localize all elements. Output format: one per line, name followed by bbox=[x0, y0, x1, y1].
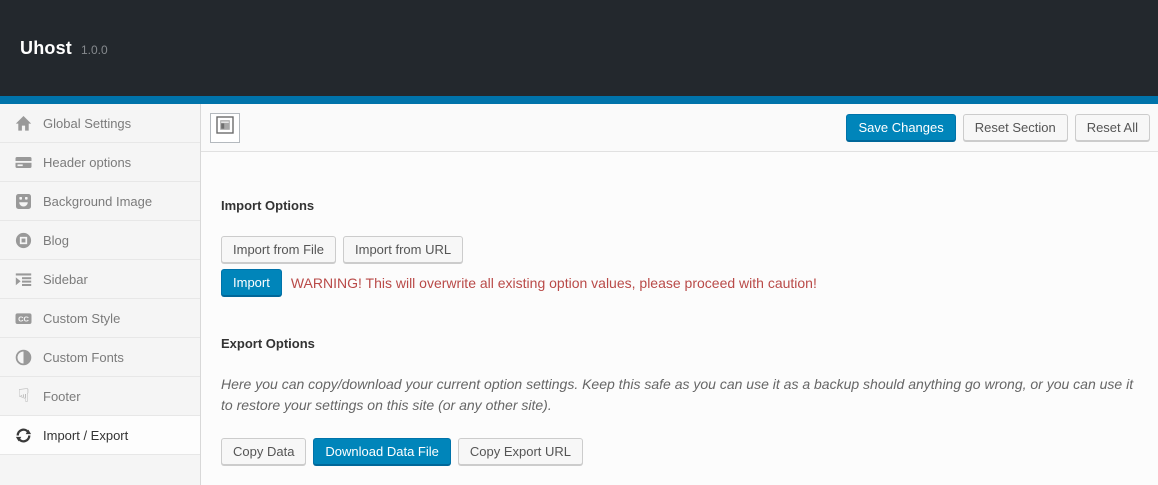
header-card-icon bbox=[14, 153, 33, 172]
sidebar-item-label: Global Settings bbox=[43, 115, 132, 131]
import-from-url-button[interactable]: Import from URL bbox=[343, 236, 464, 263]
indent-list-icon bbox=[14, 270, 33, 289]
reset-all-button[interactable]: Reset All bbox=[1074, 114, 1150, 141]
import-from-file-button[interactable]: Import from File bbox=[221, 236, 337, 263]
svg-text:CC: CC bbox=[18, 314, 29, 323]
sidebar-item-custom-fonts[interactable]: Custom Fonts bbox=[0, 338, 200, 377]
sidebar-item-import-export[interactable]: Import / Export bbox=[0, 416, 200, 455]
import-source-row: Import from File Import from URL bbox=[221, 236, 1138, 263]
sidebar-item-label: Blog bbox=[43, 232, 70, 248]
import-warning-text: WARNING! This will overwrite all existin… bbox=[290, 274, 817, 291]
sidebar-item-label: Import / Export bbox=[43, 427, 129, 443]
cc-badge-icon: CC bbox=[14, 309, 33, 328]
sidebar-item-label: Sidebar bbox=[43, 271, 88, 287]
export-options-heading: Export Options bbox=[221, 336, 315, 351]
import-button[interactable]: Import bbox=[221, 269, 282, 296]
sidebar-item-label: Custom Fonts bbox=[43, 349, 124, 365]
home-icon bbox=[14, 114, 33, 133]
sidebar-item-label: Footer bbox=[43, 388, 81, 404]
contrast-icon bbox=[14, 348, 33, 367]
accent-divider bbox=[0, 96, 1158, 104]
app-title: Uhost bbox=[20, 37, 72, 58]
expand-options-button[interactable] bbox=[210, 112, 240, 143]
sidebar-item-sidebar[interactable]: Sidebar bbox=[0, 260, 200, 299]
sidebar-item-label: Background Image bbox=[43, 193, 153, 209]
sidebar-item-footer[interactable]: ☟ Footer bbox=[0, 377, 200, 416]
main-panel: Save Changes Reset Section Reset All Imp… bbox=[201, 104, 1158, 485]
export-description: Here you can copy/download your current … bbox=[221, 376, 1134, 413]
toolbar-actions: Save Changes Reset Section Reset All bbox=[846, 114, 1150, 141]
hand-down-icon: ☟ bbox=[17, 384, 30, 407]
import-options-heading: Import Options bbox=[221, 198, 315, 213]
toolbar: Save Changes Reset Section Reset All bbox=[201, 104, 1158, 152]
refresh-icon bbox=[14, 426, 33, 445]
expand-options-icon bbox=[216, 116, 234, 139]
copy-export-url-button[interactable]: Copy Export URL bbox=[457, 438, 584, 465]
sidebar-item-label: Header options bbox=[43, 154, 132, 170]
app-version: 1.0.0 bbox=[81, 43, 108, 57]
export-actions-row: Copy Data Download Data File Copy Export… bbox=[221, 438, 1138, 465]
sidebar: Global Settings Header options Backgroun… bbox=[0, 104, 201, 485]
record-circle-icon bbox=[14, 231, 33, 250]
import-export-content: Import Options Import from File Import f… bbox=[201, 152, 1158, 465]
sidebar-item-background-image[interactable]: Background Image bbox=[0, 182, 200, 221]
download-data-file-button[interactable]: Download Data File bbox=[313, 438, 451, 465]
smiley-image-icon bbox=[14, 192, 33, 211]
sidebar-item-label: Custom Style bbox=[43, 310, 121, 326]
sidebar-item-header-options[interactable]: Header options bbox=[0, 143, 200, 182]
main-layout: Global Settings Header options Backgroun… bbox=[0, 104, 1158, 485]
app-header: Uhost 1.0.0 bbox=[0, 0, 1158, 96]
save-changes-button[interactable]: Save Changes bbox=[846, 114, 956, 141]
sidebar-item-global-settings[interactable]: Global Settings bbox=[0, 104, 200, 143]
sidebar-item-blog[interactable]: Blog bbox=[0, 221, 200, 260]
reset-section-button[interactable]: Reset Section bbox=[962, 114, 1068, 141]
import-action-row: Import WARNING! This will overwrite all … bbox=[221, 269, 1138, 296]
sidebar-item-custom-style[interactable]: CC Custom Style bbox=[0, 299, 200, 338]
copy-data-button[interactable]: Copy Data bbox=[221, 438, 307, 465]
